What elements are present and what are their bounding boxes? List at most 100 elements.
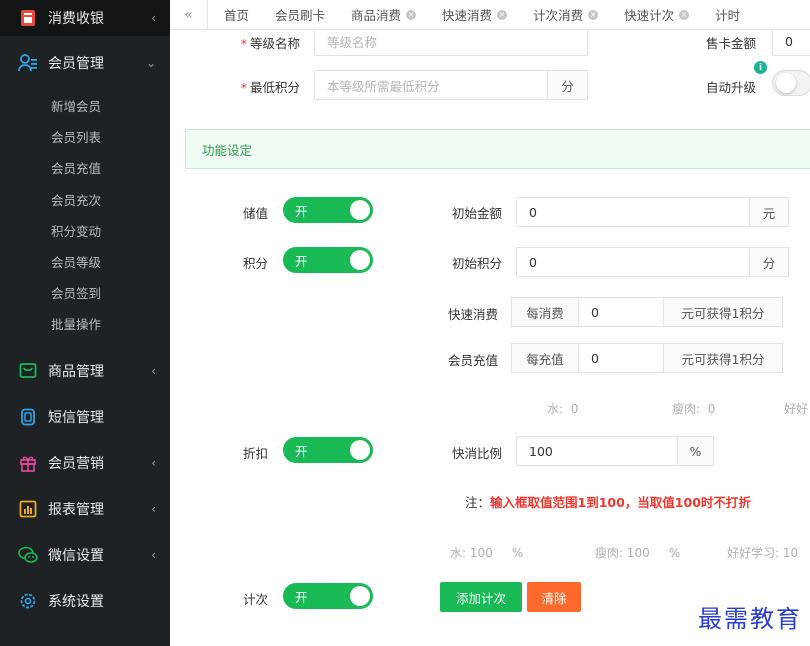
- tab-label: 快速计次: [624, 8, 675, 23]
- chevron-left-icon: ‹: [151, 455, 156, 470]
- switch-label: 开: [295, 203, 308, 219]
- quick-consume-suffix: 元可获得1积分: [663, 297, 783, 327]
- sidebar-item-wechat[interactable]: 微信设置 ‹: [0, 532, 170, 578]
- sidebar-item-cashier[interactable]: 消费收银 ‹: [0, 0, 170, 36]
- sidebar-subitem-label: 会员充次: [51, 192, 102, 208]
- points-switch[interactable]: 开: [283, 247, 373, 273]
- sidebar-item-label: 商品管理: [48, 363, 104, 380]
- level-name-input[interactable]: 等级名称: [314, 30, 588, 56]
- init-points-label: 初始积分: [451, 256, 502, 271]
- goods-icon: [18, 361, 38, 381]
- close-icon[interactable]: ×: [588, 9, 599, 20]
- min-points-label: * 最低积分: [240, 80, 300, 95]
- sidebar-subitem-member-recharge[interactable]: 会员充值: [0, 152, 170, 183]
- init-points-input[interactable]: 0: [516, 247, 750, 277]
- tab-label: 首页: [224, 8, 250, 23]
- cashier-icon: [18, 8, 38, 28]
- quick-consume-input[interactable]: 0: [578, 297, 664, 327]
- members-icon: [18, 53, 38, 73]
- sidebar-subitem-label: 新增会员: [51, 99, 102, 115]
- sidebar-item-label: 消费收银: [48, 11, 104, 27]
- discount-note: 注：输入框取值范围1到100，当取值100时不打折: [465, 495, 751, 510]
- sidebar-subitem-label: 会员等级: [51, 255, 102, 271]
- sidebar-item-label: 短信管理: [48, 409, 104, 426]
- sidebar-subitem-batch[interactable]: 批量操作: [0, 308, 170, 339]
- tab-timing[interactable]: 计时: [699, 0, 750, 29]
- sidebar-subitem-member-level[interactable]: 会员等级: [0, 246, 170, 277]
- main-content: * 等级名称 等级名称 售卡金额 0 * 最低积分 本等级所需最低积分 分 i 自动…: [170, 30, 810, 646]
- auto-upgrade-toggle[interactable]: [772, 70, 810, 96]
- tab-count-consume[interactable]: 计次消费 ×: [517, 0, 608, 29]
- chevron-left-icon: ‹: [151, 363, 156, 378]
- init-amount-label: 初始金额: [451, 206, 502, 221]
- sidebar-subitem-points-change[interactable]: 积分变动: [0, 215, 170, 246]
- sidebar-subitem-member-list[interactable]: 会员列表: [0, 121, 170, 152]
- tab-label: 商品消费: [351, 8, 402, 23]
- switch-knob: [350, 440, 370, 460]
- quick-ratio-unit: %: [677, 436, 714, 466]
- quick-consume-prefix: 每消费: [511, 297, 579, 327]
- clear-button[interactable]: 清除: [527, 582, 581, 612]
- close-icon[interactable]: ×: [497, 9, 508, 20]
- sidebar-subitem-member-count-recharge[interactable]: 会员充次: [0, 184, 170, 215]
- auto-upgrade-label: 自动升级: [705, 80, 756, 95]
- double-chevron-left-icon[interactable]: «: [170, 0, 208, 29]
- sidebar-subitem-add-member[interactable]: 新增会员: [0, 90, 170, 121]
- tab-home[interactable]: 首页: [208, 0, 259, 29]
- info-icon[interactable]: i: [754, 61, 767, 74]
- member-recharge-label: 会员充值: [447, 353, 498, 368]
- wechat-icon: [18, 545, 38, 565]
- count-switch[interactable]: 开: [283, 583, 373, 609]
- sidebar-item-label: 会员管理: [48, 56, 104, 72]
- sidebar-subitem-label: 积分变动: [51, 223, 102, 239]
- section-function-settings: 功能设定: [185, 129, 810, 169]
- tab-label: 会员刷卡: [275, 8, 326, 23]
- sidebar: 消费收银 ‹ 会员管理 ⌄ 新增会员 会员列表 会员充值 会员充次 积分变动 会…: [0, 0, 170, 646]
- sidebar-item-label: 会员营销: [48, 455, 104, 472]
- recharge-suffix: 元可获得1积分: [663, 343, 783, 373]
- quick-ratio-input[interactable]: 100: [516, 436, 678, 466]
- close-icon[interactable]: ×: [679, 9, 690, 20]
- sidebar-subitem-member-signin[interactable]: 会员签到: [0, 277, 170, 308]
- tab-label: 快速消费: [442, 8, 493, 23]
- sidebar-subitem-label: 会员列表: [51, 130, 102, 146]
- discount-extra-lean-meat: 瘦肉: 100 %: [595, 546, 681, 560]
- recharge-input[interactable]: 0: [578, 343, 664, 373]
- tab-quick-count[interactable]: 快速计次 ×: [608, 0, 699, 29]
- sidebar-item-sms[interactable]: 短信管理: [0, 394, 170, 440]
- sidebar-item-label: 系统设置: [48, 593, 104, 610]
- tab-goods-consume[interactable]: 商品消费 ×: [335, 0, 426, 29]
- toggle-knob: [776, 73, 796, 93]
- discount-extra-water: 水: 100 %: [450, 546, 524, 560]
- switch-knob: [350, 250, 370, 270]
- count-label: 计次: [242, 592, 268, 607]
- sidebar-item-settings[interactable]: 系统设置: [0, 578, 170, 624]
- tab-quick-consume[interactable]: 快速消费 ×: [426, 0, 517, 29]
- init-amount-unit: 元: [749, 197, 789, 227]
- sidebar-item-label: 微信设置: [48, 547, 104, 564]
- min-points-unit: 分: [547, 70, 588, 100]
- sidebar-item-label: 报表管理: [48, 501, 104, 518]
- points-extra-study: 好好: [784, 402, 809, 416]
- sidebar-item-members[interactable]: 会员管理 ⌄: [0, 36, 170, 90]
- init-amount-input[interactable]: 0: [516, 197, 750, 227]
- close-icon[interactable]: ×: [406, 9, 417, 20]
- switch-label: 开: [295, 589, 308, 605]
- min-points-input[interactable]: 本等级所需最低积分: [314, 70, 548, 100]
- discount-extra-study: 好好学习: 10: [727, 546, 799, 560]
- tab-member-swipe[interactable]: 会员刷卡: [259, 0, 335, 29]
- switch-knob: [350, 586, 370, 606]
- settings-icon: [18, 591, 38, 611]
- add-count-button[interactable]: 添加计次: [440, 582, 522, 612]
- discount-switch[interactable]: 开: [283, 437, 373, 463]
- sidebar-item-goods[interactable]: 商品管理 ‹: [0, 348, 170, 394]
- sidebar-item-reports[interactable]: 报表管理 ‹: [0, 486, 170, 532]
- points-label: 积分: [242, 256, 268, 271]
- sidebar-subitem-label: 批量操作: [51, 317, 102, 333]
- card-price-input[interactable]: 0: [772, 30, 810, 56]
- section-title: 功能设定: [202, 142, 253, 158]
- chevron-left-icon: ‹: [151, 501, 156, 516]
- sidebar-item-marketing[interactable]: 会员营销 ‹: [0, 440, 170, 486]
- stored-value-switch[interactable]: 开: [283, 197, 373, 223]
- init-points-unit: 分: [749, 247, 789, 277]
